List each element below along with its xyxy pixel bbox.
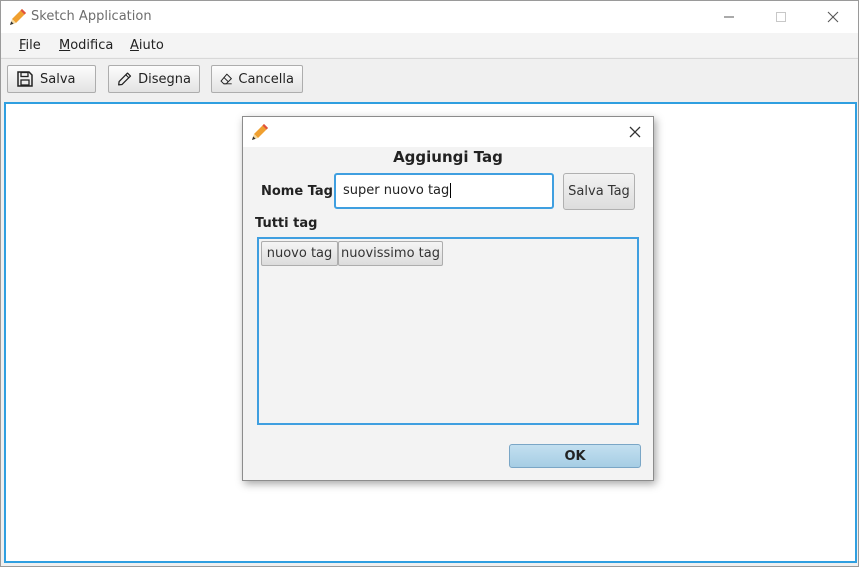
tag-item[interactable]: nuovissimo tag: [338, 241, 443, 266]
eraser-icon: [220, 73, 232, 85]
dialog-title-bar[interactable]: [243, 117, 653, 147]
text-caret: [450, 183, 452, 198]
menu-aiuto[interactable]: Aiuto: [130, 38, 164, 53]
maximize-button[interactable]: [758, 1, 804, 33]
add-tag-dialog: Aggiungi Tag Nome Tag super nuovo tag Sa…: [242, 116, 654, 481]
dialog-close-button[interactable]: [625, 122, 645, 142]
erase-label: Cancella: [238, 71, 294, 87]
tag-list: nuovo tag nuovissimo tag: [257, 237, 639, 425]
menu-modifica-label: odifica: [70, 38, 114, 53]
pencil-icon: [252, 124, 268, 140]
save-icon: [17, 71, 33, 87]
tag-name-value: super nuovo tag: [343, 183, 450, 198]
title-bar[interactable]: Sketch Application: [1, 1, 858, 33]
tag-name-label: Nome Tag: [261, 184, 333, 199]
maximize-icon: [776, 12, 786, 22]
draw-button[interactable]: Disegna: [108, 65, 200, 93]
menu-file[interactable]: File: [19, 38, 41, 53]
close-icon: [629, 126, 641, 138]
close-button[interactable]: [810, 1, 856, 33]
menu-bar: File Modifica Aiuto: [1, 33, 858, 57]
save-button[interactable]: Salva: [7, 65, 96, 93]
tag-name-input[interactable]: super nuovo tag: [334, 173, 554, 209]
menu-modifica[interactable]: Modifica: [59, 38, 113, 53]
toolbar: Salva Disegna Cancella: [1, 58, 858, 101]
pencil-icon: [10, 9, 26, 25]
minimize-button[interactable]: [706, 1, 752, 33]
erase-button[interactable]: Cancella: [211, 65, 303, 93]
minimize-icon: [724, 16, 734, 18]
save-tag-button[interactable]: Salva Tag: [563, 173, 635, 210]
save-label: Salva: [40, 71, 76, 87]
window-title: Sketch Application: [31, 9, 152, 24]
draw-label: Disegna: [138, 71, 191, 87]
pen-icon: [118, 72, 132, 86]
all-tags-label: Tutti tag: [255, 216, 318, 231]
menu-aiuto-mnemonic: A: [130, 38, 139, 53]
close-icon: [827, 11, 839, 23]
menu-modifica-mnemonic: M: [59, 38, 71, 53]
dialog-heading: Aggiungi Tag: [393, 148, 503, 166]
tag-item[interactable]: nuovo tag: [261, 241, 338, 266]
ok-button[interactable]: OK: [509, 444, 641, 468]
menu-file-label: ile: [25, 38, 41, 53]
menu-aiuto-label: iuto: [138, 38, 164, 53]
